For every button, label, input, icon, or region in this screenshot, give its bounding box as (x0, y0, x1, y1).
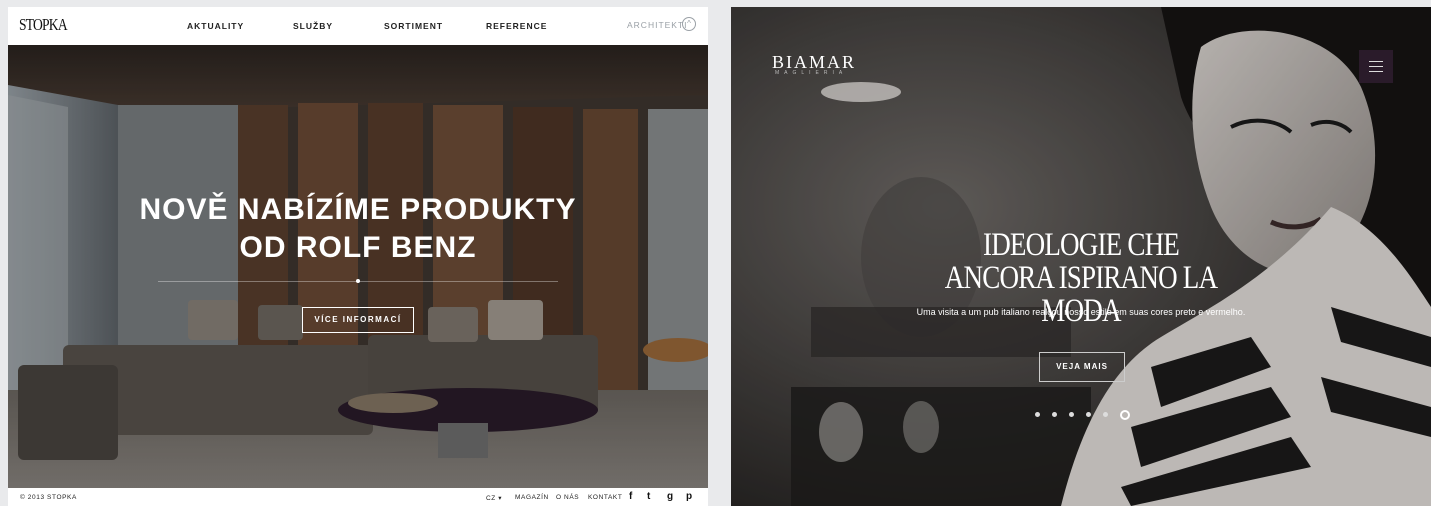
divider-dot (356, 279, 360, 283)
slide-dot-2[interactable] (1052, 412, 1057, 417)
headline-line-2: ANCORA ISPIRANO LA MODA (944, 260, 1218, 329)
nav-aktuality[interactable]: AKTUALITY (187, 21, 244, 31)
footer: © 2013 STOPKA CZ ▾ MAGAZÍN O NÁS KONTAKT… (8, 488, 708, 506)
twitter-icon[interactable]: t (647, 491, 651, 502)
footer-link-kontakt[interactable]: KONTAKT (588, 494, 622, 501)
hamburger-menu-icon[interactable] (1359, 50, 1393, 83)
google-plus-icon[interactable]: g (667, 491, 674, 502)
biamar-site: BIAMAR MAGLIERIA IDEOLOGIE CHE ANCORA IS… (731, 7, 1431, 506)
biamar-logo-subtitle: MAGLIERIA (775, 70, 848, 76)
hero-headline: NOVĚ NABÍZÍME PRODUKTY OD ROLF BENZ (8, 191, 708, 267)
nav-reference[interactable]: REFERENCE (486, 21, 547, 31)
nav-sortiment[interactable]: SORTIMENT (384, 21, 443, 31)
hero-banner: NOVĚ NABÍZÍME PRODUKTY OD ROLF BENZ VÍCE… (8, 45, 708, 488)
footer-link-o-nas[interactable]: O NÁS (556, 494, 579, 501)
slide-dot-3[interactable] (1069, 412, 1074, 417)
slide-dot-1[interactable] (1035, 412, 1040, 417)
nav-architekti[interactable]: ARCHITEKTI (627, 20, 688, 30)
copyright: © 2013 STOPKA (20, 494, 77, 501)
nav-sluzby[interactable]: SLUŽBY (293, 21, 333, 31)
language-select[interactable]: CZ ▾ (486, 494, 502, 502)
chevron-up-circle-icon[interactable]: ^ (682, 17, 696, 31)
pinterest-icon[interactable]: p (686, 491, 693, 502)
footer-link-magazin[interactable]: MAGAZÍN (515, 494, 549, 501)
slide-dot-6-active[interactable] (1120, 410, 1130, 420)
facebook-icon[interactable]: f (629, 491, 633, 502)
see-more-button[interactable]: VEJA MAIS (1039, 352, 1125, 382)
headline-line-1: IDEOLOGIE CHE (982, 227, 1180, 263)
headline-line-2: OD ROLF BENZ (239, 231, 477, 264)
headline-line-1: NOVĚ NABÍZÍME PRODUKTY (139, 193, 577, 226)
hero-subtitle: Uma visita a um pub italiano realçou nos… (916, 307, 1246, 317)
stopka-site: STOPKA AKTUALITY SLUŽBY SORTIMENT REFERE… (8, 7, 708, 506)
more-info-button[interactable]: VÍCE INFORMACÍ (302, 307, 414, 333)
slide-dot-4[interactable] (1086, 412, 1091, 417)
top-navigation: STOPKA AKTUALITY SLUŽBY SORTIMENT REFERE… (8, 7, 708, 45)
stopka-logo[interactable]: STOPKA (19, 15, 68, 35)
slide-dot-5[interactable] (1103, 412, 1108, 417)
